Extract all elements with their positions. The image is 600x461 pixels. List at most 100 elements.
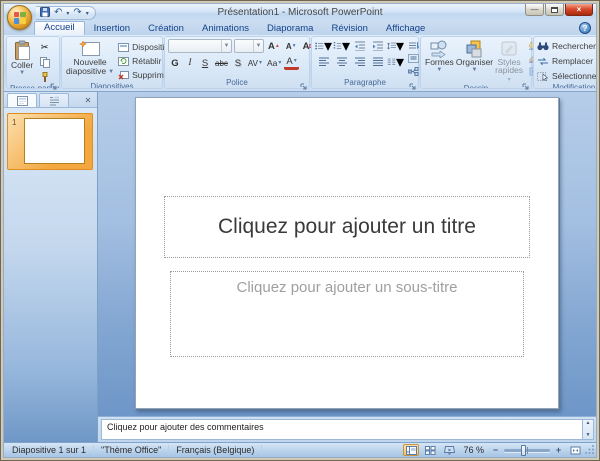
font-color-button[interactable]: A ▾ <box>284 57 299 70</box>
scroll-up-icon[interactable]: ▲ <box>586 420 591 427</box>
quick-styles-button[interactable]: Styles rapides ▾ <box>494 39 524 83</box>
pane-close-icon[interactable]: ✕ <box>82 95 94 107</box>
scroll-down-icon[interactable]: ▼ <box>586 432 591 439</box>
layout-icon <box>118 42 130 52</box>
tab-diaporama[interactable]: Diaporama <box>258 22 322 35</box>
justify-button[interactable] <box>369 55 386 68</box>
columns-button[interactable]: ▾ <box>387 54 404 71</box>
tab-creation[interactable]: Création <box>139 22 193 35</box>
numbering-button[interactable]: ▾ <box>333 38 350 55</box>
strikethrough-button[interactable]: abc <box>213 56 230 70</box>
replace-icon <box>538 57 548 65</box>
cut-button[interactable]: ✂ <box>37 41 52 53</box>
slide-canvas[interactable]: Cliquez pour ajouter un titre Cliquez po… <box>135 97 559 409</box>
font-size-combobox[interactable]: ▼ <box>234 39 264 53</box>
normal-view-icon <box>405 445 417 455</box>
font-name-combobox[interactable]: ▼ <box>168 39 232 53</box>
slide-thumbnail-number: 1 <box>12 118 17 127</box>
normal-view-button[interactable] <box>403 444 420 456</box>
close-button[interactable]: × <box>565 4 593 16</box>
help-icon[interactable]: ? <box>579 22 591 34</box>
slide-sorter-view-button[interactable] <box>422 444 438 456</box>
line-spacing-button[interactable]: ▾ <box>387 38 404 55</box>
undo-icon[interactable]: ↶ <box>54 8 62 18</box>
minimize-button[interactable]: — <box>525 4 544 16</box>
tab-revision[interactable]: Révision <box>322 22 376 35</box>
subtitle-placeholder[interactable]: Cliquez pour ajouter un sous-titre <box>170 271 524 357</box>
character-spacing-button[interactable]: AV ▾ <box>246 56 264 70</box>
tab-outline[interactable] <box>39 93 69 107</box>
change-case-button[interactable]: Aa ▾ <box>265 56 283 70</box>
resize-grip[interactable] <box>585 444 595 456</box>
zoom-slider-thumb[interactable] <box>520 444 526 456</box>
new-slide-button[interactable]: Nouvelle diapositive ▼ <box>65 39 115 76</box>
slideshow-view-button[interactable] <box>441 444 457 456</box>
bold-button[interactable]: G <box>168 56 182 70</box>
align-left-button[interactable] <box>315 55 332 68</box>
shapes-button[interactable]: Formes ▼ <box>424 39 455 73</box>
zoom-out-button[interactable]: − <box>490 445 501 456</box>
title-placeholder[interactable]: Cliquez pour ajouter un titre <box>164 196 530 258</box>
language-indicator[interactable]: Français (Belgique) <box>169 445 263 455</box>
zoom-slider[interactable] <box>504 444 550 456</box>
drawing-dialog-launcher-icon[interactable] <box>522 78 530 90</box>
smartart-icon <box>407 67 419 76</box>
justify-icon <box>372 57 383 66</box>
select-button[interactable]: Sélectionner▾ <box>537 70 596 82</box>
group-drawing: Formes ▼ Organiser ▼ Stylesrapides ▾ ▾ ▾… <box>420 36 543 90</box>
line-spacing-icon <box>387 42 396 49</box>
find-button[interactable]: Rechercher <box>537 40 596 52</box>
outline-tab-icon <box>49 96 59 105</box>
grow-font-button[interactable]: A ▲ <box>266 39 282 53</box>
notes-scrollbar[interactable]: ▲ ▼ <box>582 419 594 440</box>
tab-slides-thumbnails[interactable] <box>7 93 37 107</box>
notes-pane: Cliquez pour ajouter des commentaires ▲ … <box>98 416 596 442</box>
align-center-button[interactable] <box>333 55 350 68</box>
clipboard-dialog-launcher-icon[interactable] <box>50 78 58 90</box>
clipboard-icon <box>14 40 30 60</box>
tab-insertion[interactable]: Insertion <box>85 22 139 35</box>
increase-indent-button[interactable] <box>369 39 386 52</box>
redo-icon[interactable]: ↷ <box>73 8 81 18</box>
slide-thumbnail-image <box>24 118 85 164</box>
zoom-level[interactable]: 76 % <box>460 445 487 455</box>
copy-button[interactable] <box>37 56 52 68</box>
tab-affichage[interactable]: Affichage <box>377 22 434 35</box>
select-icon <box>537 71 549 81</box>
bullets-button[interactable]: ▾ <box>315 38 332 55</box>
slides-tab-icon <box>16 95 28 106</box>
office-button[interactable] <box>7 5 32 30</box>
undo-dropdown-icon[interactable]: ▾ <box>66 10 69 17</box>
paste-dropdown-icon: ▼ <box>19 70 26 76</box>
tab-accueil[interactable]: Accueil <box>34 21 85 35</box>
shrink-font-button[interactable]: A ▼ <box>284 39 299 53</box>
arrange-icon <box>466 40 482 58</box>
notes-input[interactable]: Cliquez pour ajouter des commentaires <box>101 419 582 440</box>
paste-button[interactable]: Coller ▼ <box>10 39 34 76</box>
replace-button[interactable]: Remplacer▾ <box>537 55 596 67</box>
powerpoint-window: ↶ ▾ ↷ ▾ Présentation1 - Microsoft PowerP… <box>0 0 600 461</box>
align-right-button[interactable] <box>351 55 368 68</box>
align-right-icon <box>354 57 365 66</box>
customize-qat-icon[interactable]: ▾ <box>86 10 89 17</box>
zoom-in-button[interactable]: + <box>553 445 564 456</box>
align-text-icon <box>407 54 419 63</box>
spacing-dropdown-icon: ▾ <box>258 59 262 66</box>
tab-animations[interactable]: Animations <box>193 22 258 35</box>
fit-to-window-button[interactable] <box>567 444 583 456</box>
italic-button[interactable]: I <box>183 56 197 70</box>
decrease-indent-button[interactable] <box>351 39 368 52</box>
reset-icon <box>118 56 130 66</box>
columns-dropdown-icon: ▾ <box>395 53 404 71</box>
group-clipboard: Coller ▼ ✂ Presse-papiers <box>6 36 60 90</box>
restore-button[interactable] <box>545 4 564 16</box>
text-shadow-button[interactable]: S <box>231 56 245 70</box>
theme-name[interactable]: "Thème Office" <box>94 445 170 455</box>
save-icon[interactable] <box>40 4 50 22</box>
paragraph-dialog-launcher-icon[interactable] <box>409 78 417 90</box>
font-dialog-launcher-icon[interactable] <box>300 78 308 90</box>
slide-thumbnail-1[interactable]: 1 <box>7 113 93 170</box>
slide-counter[interactable]: Diapositive 1 sur 1 <box>5 445 95 455</box>
underline-button[interactable]: S <box>198 56 212 70</box>
arrange-button[interactable]: Organiser ▼ <box>455 39 494 73</box>
